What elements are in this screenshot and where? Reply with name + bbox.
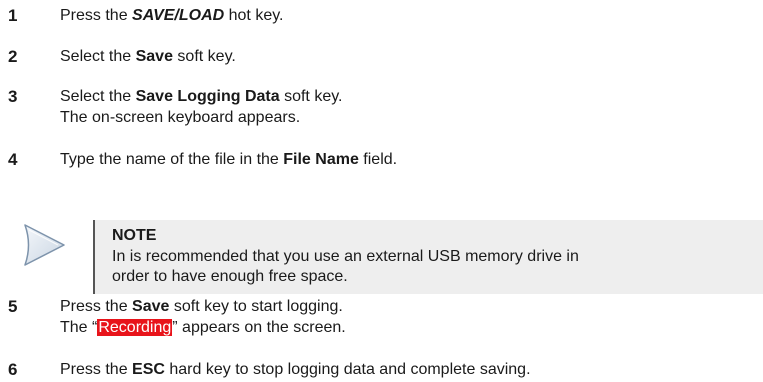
- step-result-text: The “Recording” appears on the screen.: [60, 319, 346, 336]
- key-name: SAVE/LOAD: [132, 7, 225, 24]
- step-text: Press the ESC hard key to stop logging d…: [60, 361, 531, 378]
- step-number: 2: [8, 47, 18, 66]
- step-number: 3: [8, 87, 18, 106]
- note-box: NOTE In is recommended that you use an e…: [93, 220, 763, 294]
- step-number: 5: [8, 297, 18, 316]
- key-name: Save: [135, 48, 173, 65]
- field-name: File Name: [283, 151, 359, 168]
- step-number: 4: [8, 150, 18, 169]
- step-text: Press the SAVE/LOAD hot key.: [60, 7, 284, 24]
- step-text: Press the Save soft key to start logging…: [60, 298, 343, 315]
- step-result-text: The on-screen keyboard appears.: [60, 109, 301, 126]
- key-name: Save Logging Data: [135, 88, 280, 105]
- recording-indicator: Recording: [97, 319, 173, 336]
- step-number: 6: [8, 360, 18, 379]
- key-name: ESC: [132, 361, 165, 378]
- step-number: 1: [8, 6, 18, 25]
- note-arrow-icon: [24, 224, 65, 266]
- step-text: Type the name of the file in the File Na…: [60, 151, 398, 168]
- key-name: Save: [132, 298, 170, 315]
- step-text: Select the Save Logging Data soft key.: [60, 88, 343, 105]
- step-text: Select the Save soft key.: [60, 48, 236, 65]
- note-title: NOTE: [112, 227, 157, 244]
- note-text: In is recommended that you use an extern…: [112, 248, 579, 285]
